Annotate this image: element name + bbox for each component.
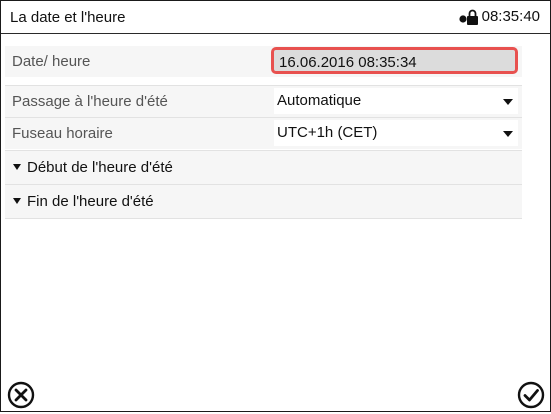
confirm-circle-check-icon — [517, 381, 545, 409]
dropdown-value: UTC+1h (CET) — [277, 124, 378, 141]
section-dst-end[interactable]: Fin de l'heure d'été — [5, 184, 522, 218]
row-timezone: Fuseau horaire UTC+1h (CET) — [5, 117, 522, 149]
confirm-button[interactable] — [517, 381, 545, 409]
clock-time: 08:35:40 — [481, 8, 540, 25]
chevron-down-icon — [503, 99, 513, 105]
section-dst-start[interactable]: Début de l'heure d'été — [5, 150, 522, 184]
divider — [5, 218, 522, 219]
app-window: La date et l'heure 08:35:40 Date/ heure … — [0, 0, 551, 412]
section-label: Fin de l'heure d'été — [27, 193, 154, 210]
expand-triangle-icon — [13, 198, 21, 204]
date-time-field[interactable]: 16.06.2016 08:35:34 — [271, 47, 518, 74]
page-title: La date et l'heure — [10, 9, 126, 26]
status-area: 08:35:40 — [459, 8, 540, 25]
dropdown-value: Automatique — [277, 92, 362, 109]
row-dst-mode: Passage à l'heure d'été Automatique — [5, 85, 522, 117]
timezone-dropdown[interactable]: UTC+1h (CET) — [274, 120, 518, 146]
lock-icon — [459, 9, 479, 25]
title-bar: La date et l'heure 08:35:40 — [1, 1, 550, 34]
row-label: Fuseau horaire — [12, 125, 113, 142]
dst-mode-dropdown[interactable]: Automatique — [274, 88, 518, 114]
chevron-down-icon — [503, 131, 513, 137]
cancel-circle-x-icon — [7, 381, 35, 409]
date-time-value: 16.06.2016 08:35:34 — [279, 54, 417, 71]
cancel-button[interactable] — [7, 381, 35, 409]
row-date-time: Date/ heure 16.06.2016 08:35:34 — [5, 46, 522, 77]
row-label: Passage à l'heure d'été — [12, 93, 168, 110]
expand-triangle-icon — [13, 164, 21, 170]
section-label: Début de l'heure d'été — [27, 159, 173, 176]
row-label: Date/ heure — [12, 53, 91, 70]
